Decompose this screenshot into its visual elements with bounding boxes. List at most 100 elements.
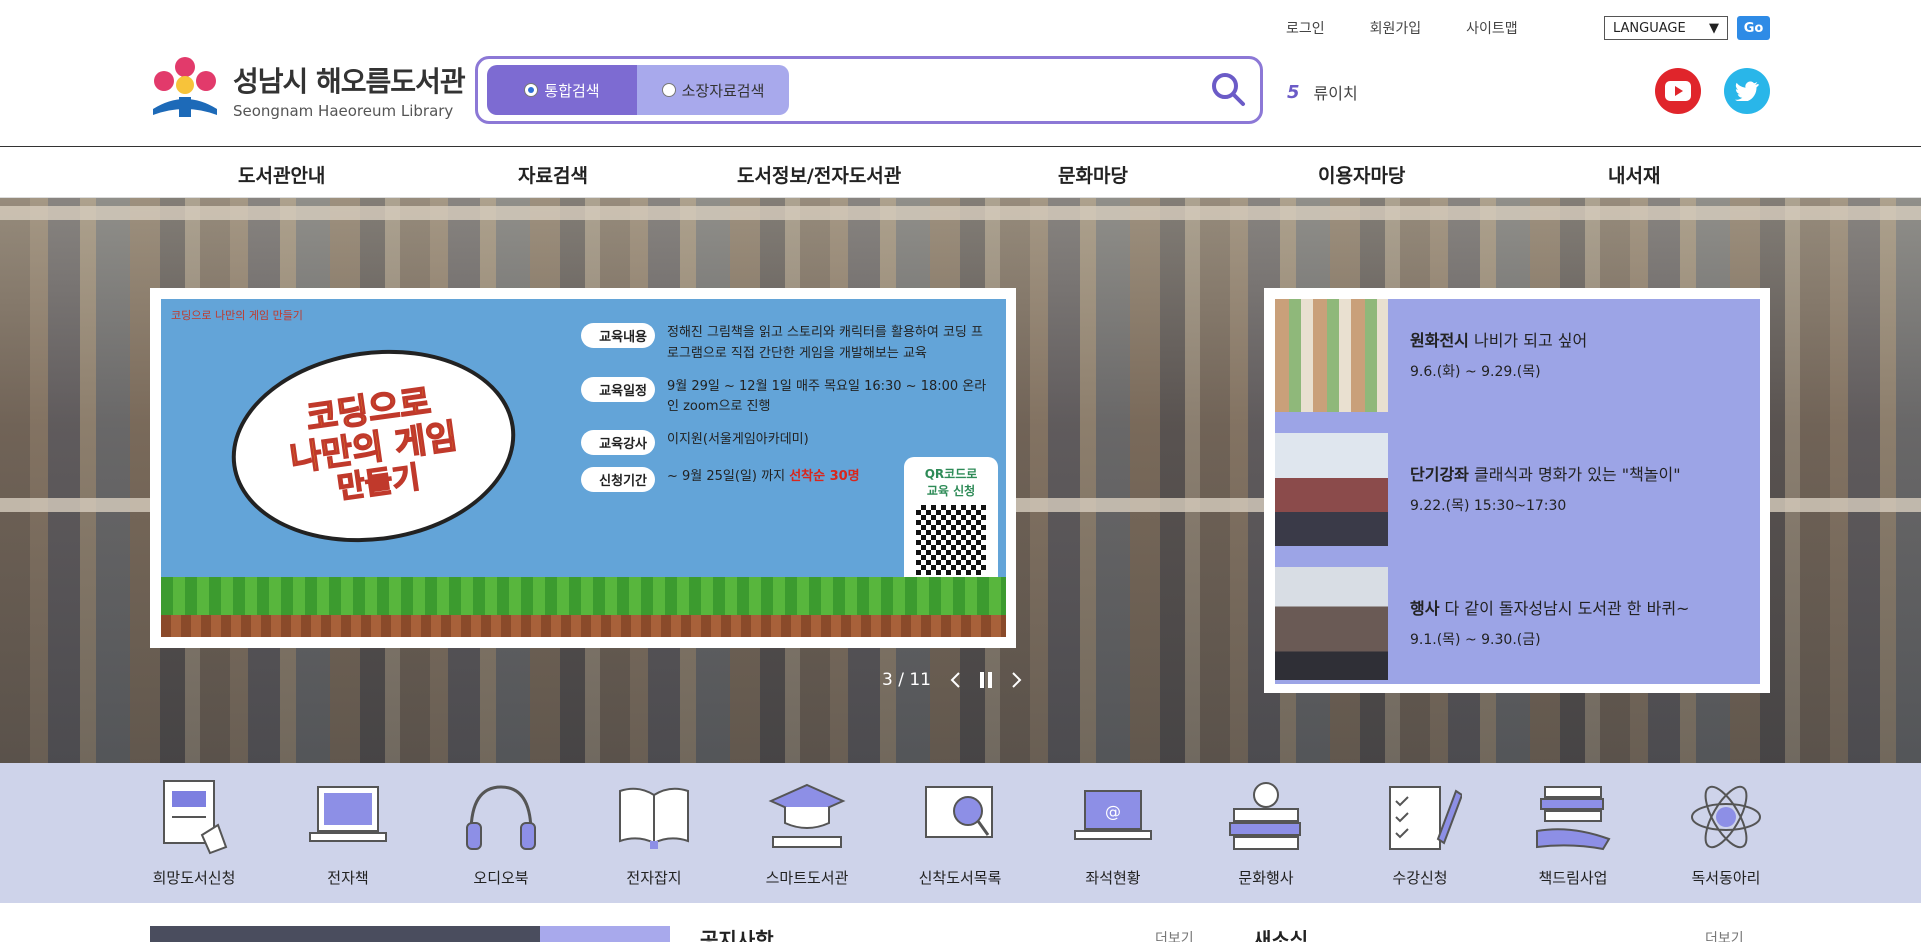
qr-line2: 교육 신청 xyxy=(926,484,976,498)
quick-hope-book[interactable]: 희망도서신청 xyxy=(134,777,254,888)
radio-selected-icon xyxy=(524,83,539,97)
open-book-icon xyxy=(619,787,689,849)
language-select[interactable]: LANGUAGE ▼ xyxy=(1604,16,1728,40)
event-news-list: 원화전시 나비가 되고 싶어 9.6.(화) ~ 9.29.(목) 단기강좌 클… xyxy=(1275,299,1760,684)
banner-title-bubble: 코딩으로 나만의 게임 만들기 xyxy=(219,332,528,560)
quick-audiobook[interactable]: 오디오북 xyxy=(441,777,561,888)
popular-keyword[interactable]: 5 류이치 xyxy=(1287,80,1358,104)
radio-icon xyxy=(661,83,676,97)
event-thumbnail xyxy=(1275,433,1388,546)
quick-culture-events[interactable]: 문화행사 xyxy=(1206,777,1326,888)
youtube-button[interactable] xyxy=(1655,68,1701,114)
news-more-link[interactable]: 더보기 xyxy=(1705,928,1744,942)
youtube-icon xyxy=(1665,81,1691,101)
chevron-right-icon[interactable] xyxy=(1011,671,1023,689)
books-hand-icon xyxy=(1536,786,1611,851)
nav-culture[interactable]: 문화마당 xyxy=(1058,161,1128,188)
nav-search[interactable]: 자료검색 xyxy=(518,161,588,188)
chevron-left-icon[interactable] xyxy=(949,671,961,689)
event-news-panel: 원화전시 나비가 되고 싶어 9.6.(화) ~ 9.29.(목) 단기강좌 클… xyxy=(1264,288,1770,693)
quick-new-books[interactable]: 신착도서목록 xyxy=(900,777,1020,888)
event-date: 9.22.(목) 15:30~17:30 xyxy=(1410,498,1567,514)
quick-label: 신착도서목록 xyxy=(918,869,1002,887)
search-box: 통합검색 소장자료검색 xyxy=(475,56,1263,124)
banner-badge: 신청기간 xyxy=(581,467,655,493)
twitter-icon xyxy=(1735,81,1759,101)
login-link[interactable]: 로그인 xyxy=(1286,18,1325,38)
keyword-rank: 5 xyxy=(1287,81,1300,103)
sitemap-link[interactable]: 사이트맵 xyxy=(1466,18,1518,38)
banner-row-text: 이지원(서울게임아카데미) xyxy=(667,432,809,448)
language-go-button[interactable]: Go xyxy=(1737,16,1770,40)
qr-code-icon xyxy=(916,505,986,575)
list-item[interactable]: 단기강좌 클래식과 명화가 있는 "책놀이" 9.22.(목) 15:30~17… xyxy=(1275,433,1760,567)
nav-library-guide[interactable]: 도서관안내 xyxy=(238,161,325,188)
banner-row-text: ~ 9월 25일(일) 까지 선착순 30명 xyxy=(667,467,860,488)
quick-label: 전자잡지 xyxy=(626,869,682,887)
event-date: 9.1.(목) ~ 9.30.(금) xyxy=(1410,632,1541,648)
notice-more-link[interactable]: 더보기 xyxy=(1155,928,1194,942)
banner-highlight: 선착순 30명 xyxy=(789,469,860,485)
banner-row: 교육일정 9월 29일 ~ 12월 1일 매주 목요일 16:30 ~ 18:00… xyxy=(581,376,991,419)
banner-qr: QR코드로 교육 신청 xyxy=(904,457,998,597)
list-item[interactable]: 원화전시 나비가 되고 싶어 9.6.(화) ~ 9.29.(목) xyxy=(1275,299,1760,433)
join-link[interactable]: 회원가입 xyxy=(1370,18,1422,38)
quick-label: 독서동아리 xyxy=(1691,869,1761,887)
main-banner[interactable]: 코딩으로 나만의 게임 만들기 코딩으로 나만의 게임 만들기 교육내용 정해진 … xyxy=(150,288,1016,648)
nav-my-library[interactable]: 내서재 xyxy=(1608,161,1660,188)
logo-title: 성남시 해오름도서관 xyxy=(233,65,466,98)
banner-small-caption: 코딩으로 나만의 게임 만들기 xyxy=(171,309,303,322)
quick-course-apply[interactable]: 수강신청 xyxy=(1360,777,1480,888)
search-tab-all[interactable]: 통합검색 xyxy=(487,65,637,115)
bottom-banner-dark xyxy=(150,926,540,942)
chevron-down-icon: ▼ xyxy=(1709,20,1719,36)
utility-links: 로그인 회원가입 사이트맵 xyxy=(1286,18,1518,38)
logo-subtitle: Seongnam Haeoreum Library xyxy=(233,102,454,120)
notice-title: 공지사항 xyxy=(700,928,774,942)
nav-users[interactable]: 이용자마당 xyxy=(1318,161,1405,188)
logo-icon xyxy=(153,57,217,117)
quick-seat-status[interactable]: @ 좌석현황 xyxy=(1053,777,1173,888)
quick-emagazine[interactable]: 전자잡지 xyxy=(594,777,714,888)
list-item[interactable]: 행사 다 같이 돌자성남시 도서관 한 바퀴~ 9.1.(목) ~ 9.30.(… xyxy=(1275,567,1760,701)
headphones-icon xyxy=(466,785,536,850)
search-tab-all-label: 통합검색 xyxy=(544,81,600,100)
banner-ground xyxy=(161,615,1006,637)
twitter-button[interactable] xyxy=(1724,68,1770,114)
event-title: 나비가 되고 싶어 xyxy=(1473,331,1588,350)
atom-icon xyxy=(1691,785,1761,849)
search-tabs: 통합검색 소장자료검색 xyxy=(487,65,789,115)
event-text: 원화전시 나비가 되고 싶어 9.6.(화) ~ 9.29.(목) xyxy=(1388,299,1587,433)
quick-label: 전자책 xyxy=(327,869,369,887)
library-logo[interactable]: 성남시 해오름도서관 Seongnam Haeoreum Library xyxy=(149,55,466,125)
slider-counter: 3 / 11 xyxy=(882,670,931,690)
book-search-icon xyxy=(925,786,993,838)
pause-icon[interactable] xyxy=(979,671,993,689)
search-icon[interactable] xyxy=(1208,69,1248,109)
banner-row: 교육내용 정해진 그림책을 읽고 스토리와 캐릭터를 활용하여 코딩 프로그램으로… xyxy=(581,323,991,365)
banner-badge: 교육일정 xyxy=(581,376,655,402)
qr-line1: QR코드로 xyxy=(924,467,978,481)
graduation-cap-icon xyxy=(768,783,846,848)
quick-ebook[interactable]: 전자책 xyxy=(288,777,408,888)
quick-label: 수강신청 xyxy=(1392,869,1448,887)
news-title: 새소식 xyxy=(1253,928,1309,942)
event-category: 행사 xyxy=(1410,599,1440,618)
main-navigation: 도서관안내 자료검색 도서정보/전자도서관 문화마당 이용자마당 내서재 xyxy=(0,146,1921,198)
quick-label: 문화행사 xyxy=(1238,869,1294,887)
quick-reading-club[interactable]: 독서동아리 xyxy=(1666,777,1786,888)
bottom-banner-light xyxy=(540,926,670,942)
event-thumbnail xyxy=(1275,567,1388,680)
keyword-word: 류이치 xyxy=(1313,84,1358,103)
event-text: 행사 다 같이 돌자성남시 도서관 한 바퀴~ 9.1.(목) ~ 9.30.(… xyxy=(1388,567,1689,701)
search-input[interactable] xyxy=(798,67,1198,113)
svg-text:@: @ xyxy=(1105,802,1121,821)
quick-label: 오디오북 xyxy=(473,869,529,887)
quick-smart-library[interactable]: 스마트도서관 xyxy=(747,777,867,888)
quick-label: 책드림사업 xyxy=(1538,869,1608,887)
nav-ebook[interactable]: 도서정보/전자도서관 xyxy=(737,161,901,188)
quick-label: 희망도서신청 xyxy=(152,869,236,887)
search-tab-collection[interactable]: 소장자료검색 xyxy=(637,65,789,115)
banner-image: 코딩으로 나만의 게임 만들기 코딩으로 나만의 게임 만들기 교육내용 정해진 … xyxy=(161,299,1006,637)
quick-book-dream[interactable]: 책드림사업 xyxy=(1513,777,1633,888)
